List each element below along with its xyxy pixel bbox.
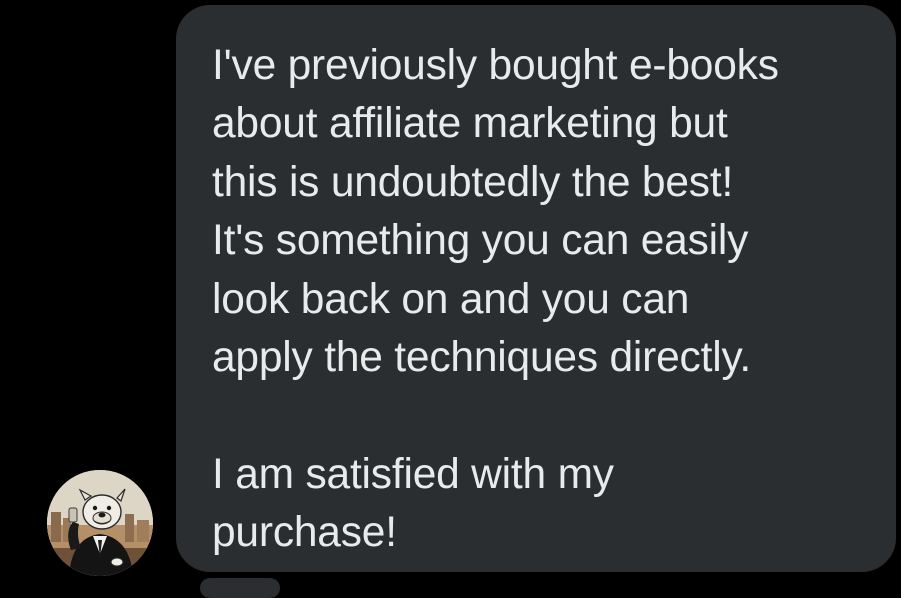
chat-thread: I've previously bought e-books about aff… [0, 0, 901, 598]
message-line: look back on and you can [212, 275, 690, 323]
message-paragraph-1: I've previously bought e-books about aff… [212, 37, 866, 387]
message-line: I've previously bought e-books [212, 42, 779, 89]
sender-avatar[interactable] [47, 470, 153, 576]
bulldog-in-suit-avatar-icon [47, 470, 153, 576]
message-line: apply the techniques directly. [212, 334, 751, 382]
message-line: I am satisfied with my [212, 450, 614, 498]
message-line: purchase! [212, 509, 397, 557]
message-paragraph-2: I am satisfied with my purchase! [212, 446, 866, 563]
received-message-bubble[interactable]: I've previously bought e-books about aff… [176, 5, 896, 572]
message-line: It's something you can easily [212, 217, 749, 265]
next-message-bubble-edge [200, 578, 280, 598]
message-line: this is undoubtedly the best! [212, 158, 734, 206]
message-line: about affiliate marketing but [212, 100, 728, 148]
